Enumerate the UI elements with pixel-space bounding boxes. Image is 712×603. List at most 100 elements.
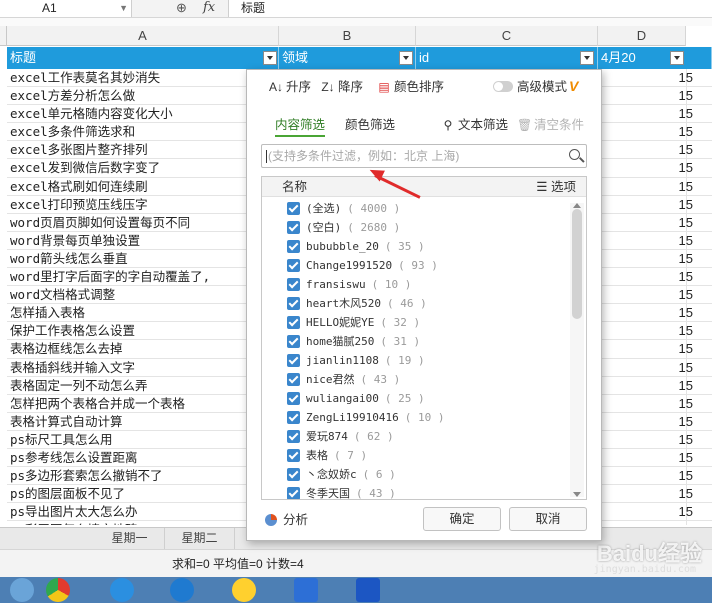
cell-value[interactable]: 15 — [605, 467, 693, 484]
cell-value[interactable]: 15 — [605, 431, 693, 448]
filter-item[interactable]: (全选) ( 4000 ) — [262, 199, 568, 218]
filter-item[interactable]: Change1991520 ( 93 ) — [262, 256, 568, 275]
checkbox-checked-icon[interactable] — [287, 373, 300, 386]
sort-desc-button[interactable]: Z↓ 降序 — [321, 78, 363, 96]
filter-item[interactable]: HELLO妮妮YE ( 32 ) — [262, 313, 568, 332]
col-header-b[interactable]: B — [279, 26, 416, 46]
clear-conditions-button[interactable]: 🗑 清空条件 — [517, 116, 584, 134]
zoom-icon[interactable]: ⊕ — [176, 0, 187, 16]
checkbox-checked-icon[interactable] — [287, 316, 300, 329]
col-header-a[interactable]: A — [7, 26, 279, 46]
list-scrollbar[interactable] — [570, 203, 584, 497]
checkbox-checked-icon[interactable] — [287, 297, 300, 310]
cell-value[interactable]: 15 — [605, 178, 693, 195]
chevron-down-icon[interactable]: ▼ — [119, 0, 128, 16]
advanced-mode-toggle[interactable] — [493, 81, 513, 92]
cell-value[interactable]: 15 — [605, 69, 693, 86]
text-filter-button[interactable]: ⚲ 文本筛选 — [441, 116, 508, 134]
cell-value[interactable]: 15 — [605, 503, 693, 520]
cell-value[interactable]: 15 — [605, 395, 693, 412]
header-cell-title[interactable]: 标题 — [7, 47, 279, 69]
cell-value[interactable]: 15 — [605, 485, 693, 502]
col-header-c[interactable]: C — [416, 26, 598, 46]
cell-value[interactable]: 15 — [605, 322, 693, 339]
filter-item[interactable]: home猫腻250 ( 31 ) — [262, 332, 568, 351]
scroll-down-icon[interactable] — [573, 492, 581, 497]
ok-button[interactable]: 确定 — [423, 507, 501, 531]
color-sort-button[interactable]: ▤ 颜色排序 — [377, 78, 444, 96]
scroll-up-icon[interactable] — [573, 203, 581, 208]
filter-dropdown-icon[interactable] — [263, 51, 277, 65]
ie-icon[interactable] — [100, 577, 144, 603]
checkbox-checked-icon[interactable] — [287, 430, 300, 443]
cell-value[interactable]: 15 — [605, 141, 693, 158]
cell-value[interactable]: 15 — [605, 123, 693, 140]
tab-color-filter[interactable]: 颜色筛选 — [345, 116, 395, 134]
hotspot-icon[interactable] — [346, 577, 390, 603]
sheet-tab-tuesday[interactable]: 星期二 — [165, 528, 235, 549]
tab-content-filter[interactable]: 内容筛选 — [275, 116, 326, 137]
cell-value[interactable]: 15 — [605, 105, 693, 122]
header-cell-date[interactable]: 4月20 — [598, 47, 712, 69]
filter-item[interactable]: wuliangai00 ( 25 ) — [262, 389, 568, 408]
cancel-button[interactable]: 取消 — [509, 507, 587, 531]
cell-value[interactable]: 15 — [605, 340, 693, 357]
checkbox-checked-icon[interactable] — [287, 259, 300, 272]
chrome-icon[interactable] — [36, 577, 80, 603]
cell-value[interactable]: 15 — [605, 214, 693, 231]
checkbox-checked-icon[interactable] — [287, 202, 300, 215]
checkbox-checked-icon[interactable] — [287, 240, 300, 253]
filter-item[interactable]: ZengLi19910416 ( 10 ) — [262, 408, 568, 427]
search-icon[interactable] — [569, 149, 580, 160]
checkbox-checked-icon[interactable] — [287, 487, 300, 499]
cell-value[interactable]: 15 — [605, 87, 693, 104]
filter-dropdown-icon[interactable] — [399, 51, 413, 65]
header-cell-domain[interactable]: 领域 — [279, 47, 416, 69]
cell-value[interactable]: 15 — [605, 286, 693, 303]
filter-item[interactable]: 丶念奴娇c ( 6 ) — [262, 465, 568, 484]
filter-item[interactable]: 冬季天国 ( 43 ) — [262, 484, 568, 499]
sort-asc-button[interactable]: A↓ 升序 — [269, 78, 311, 96]
cell-value[interactable]: 15 — [605, 449, 693, 466]
checkbox-checked-icon[interactable] — [287, 392, 300, 405]
cell-value[interactable]: 15 — [605, 250, 693, 267]
checkbox-checked-icon[interactable] — [287, 449, 300, 462]
analyze-button[interactable]: 分析 — [265, 512, 308, 528]
checkbox-checked-icon[interactable] — [287, 468, 300, 481]
cell-value[interactable]: 15 — [605, 268, 693, 285]
cell-value[interactable]: 15 — [605, 196, 693, 213]
wps-icon[interactable] — [284, 577, 328, 603]
browser-icon[interactable] — [160, 577, 204, 603]
cell-value[interactable]: 15 — [605, 232, 693, 249]
filter-search-input[interactable]: (支持多条件过滤，例如：北京 上海) — [261, 144, 587, 168]
fx-icon[interactable]: fx — [203, 0, 215, 16]
filter-item[interactable]: 表格 ( 7 ) — [262, 446, 568, 465]
checkbox-checked-icon[interactable] — [287, 278, 300, 291]
checkbox-checked-icon[interactable] — [287, 411, 300, 424]
checkbox-checked-icon[interactable] — [287, 221, 300, 234]
header-cell-id[interactable]: id — [416, 47, 598, 69]
formula-input[interactable]: 标题 — [228, 0, 712, 17]
col-header-d[interactable]: D — [598, 26, 686, 46]
checkbox-checked-icon[interactable] — [287, 354, 300, 367]
filter-item[interactable]: fransiswu ( 10 ) — [262, 275, 568, 294]
cell-value[interactable]: 15 — [605, 159, 693, 176]
select-all-corner[interactable] — [0, 26, 7, 46]
filter-item[interactable]: nice君然 ( 43 ) — [262, 370, 568, 389]
filter-dropdown-icon[interactable] — [670, 51, 684, 65]
filter-dropdown-icon[interactable] — [580, 51, 594, 65]
filter-item[interactable]: 爱玩874 ( 62 ) — [262, 427, 568, 446]
filter-item[interactable]: jianlin1108 ( 19 ) — [262, 351, 568, 370]
options-button[interactable]: ☰ 选项 — [536, 177, 576, 197]
cell-value[interactable]: 15 — [605, 413, 693, 430]
cell-value[interactable]: 15 — [605, 521, 693, 525]
notes-icon[interactable] — [222, 577, 266, 603]
filter-item[interactable]: (空白) ( 2680 ) — [262, 218, 568, 237]
cell-value[interactable]: 15 — [605, 304, 693, 321]
cell-value[interactable]: 15 — [605, 359, 693, 376]
filter-item[interactable]: heart木风520 ( 46 ) — [262, 294, 568, 313]
filter-item[interactable]: bububble_20 ( 35 ) — [262, 237, 568, 256]
checkbox-checked-icon[interactable] — [287, 335, 300, 348]
sheet-tab-monday[interactable]: 星期一 — [95, 528, 165, 549]
cell-value[interactable]: 15 — [605, 377, 693, 394]
